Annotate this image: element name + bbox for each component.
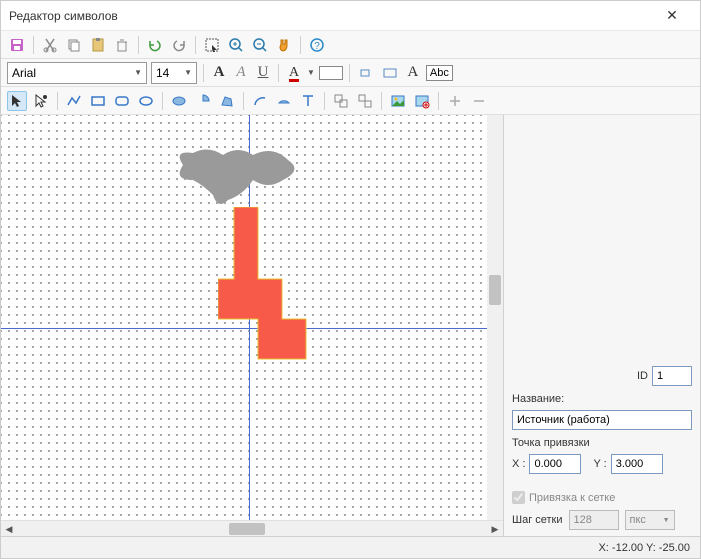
image-link-icon[interactable]: [412, 91, 432, 111]
text-tool[interactable]: [298, 91, 318, 111]
anchor-y-input[interactable]: [611, 454, 663, 474]
arc-tool[interactable]: [250, 91, 270, 111]
edit-points-tool[interactable]: [31, 91, 51, 111]
snap-label: Привязка к сетке: [529, 492, 615, 504]
save-icon[interactable]: [7, 35, 27, 55]
pointer-tool[interactable]: [7, 91, 27, 111]
text-a-button[interactable]: A: [404, 64, 422, 82]
polygon-tool[interactable]: [217, 91, 237, 111]
font-color-button[interactable]: A: [285, 64, 303, 82]
id-input[interactable]: [652, 366, 692, 386]
anchor-label: Точка привязки: [512, 437, 692, 449]
copy-icon[interactable]: [64, 35, 84, 55]
size-value: 14: [156, 66, 169, 80]
snap-checkbox[interactable]: [512, 491, 525, 504]
sector-tool[interactable]: [193, 91, 213, 111]
x-label: X :: [512, 458, 525, 470]
grey-shape[interactable]: [163, 145, 303, 215]
vertical-scrollbar[interactable]: [487, 115, 503, 520]
fill-color-swatch[interactable]: [319, 66, 343, 80]
roundrect-tool[interactable]: [112, 91, 132, 111]
grid-step-input: [569, 510, 619, 530]
italic-button[interactable]: A: [232, 64, 250, 82]
toolbar-file: ?: [1, 31, 700, 59]
status-bar: X: -12.00 Y: -25.00: [1, 536, 700, 558]
pan-icon[interactable]: [274, 35, 294, 55]
scroll-right-icon[interactable]: ▶: [487, 521, 503, 537]
shape-rect-icon[interactable]: [380, 63, 400, 83]
scrollbar-thumb[interactable]: [489, 275, 501, 305]
chevron-down-icon: ▼: [134, 68, 142, 77]
y-label: Y :: [593, 458, 606, 470]
font-size-combo[interactable]: 14 ▼: [151, 62, 197, 84]
snap-checkbox-row: Привязка к сетке: [512, 491, 692, 504]
name-label: Название:: [512, 393, 692, 405]
select-rect-icon[interactable]: [202, 35, 222, 55]
underline-button[interactable]: U: [254, 64, 272, 82]
unit-combo: пкс ▼: [625, 510, 675, 530]
zoom-out-icon[interactable]: [250, 35, 270, 55]
ungroup-icon[interactable]: [355, 91, 375, 111]
chord-tool[interactable]: [274, 91, 294, 111]
toolbar-text: Arial ▼ 14 ▼ A A U A ▼ A Abc: [1, 59, 700, 87]
plus-icon[interactable]: [445, 91, 465, 111]
redo-icon[interactable]: [169, 35, 189, 55]
toolbar-shapes: [1, 87, 700, 115]
cut-icon[interactable]: [40, 35, 60, 55]
chevron-down-icon[interactable]: ▼: [307, 68, 315, 77]
anchor-x-input[interactable]: [529, 454, 581, 474]
group-icon[interactable]: [331, 91, 351, 111]
minus-icon[interactable]: [469, 91, 489, 111]
shape-rect-small-icon[interactable]: [356, 63, 376, 83]
delete-icon[interactable]: [112, 35, 132, 55]
horizontal-scrollbar[interactable]: ◀ ▶: [1, 520, 503, 536]
properties-panel: ID Название: Точка привязки X : Y : Прив…: [504, 115, 700, 536]
scroll-left-icon[interactable]: ◀: [1, 521, 17, 537]
abc-button[interactable]: Abc: [426, 65, 453, 81]
zoom-in-icon[interactable]: [226, 35, 246, 55]
bold-button[interactable]: A: [210, 64, 228, 82]
id-label: ID: [637, 370, 648, 382]
close-icon[interactable]: ✕: [652, 7, 692, 24]
unit-value: пкс: [630, 514, 646, 526]
image-icon[interactable]: [388, 91, 408, 111]
svg-text:?: ?: [314, 41, 320, 52]
font-combo[interactable]: Arial ▼: [7, 62, 147, 84]
help-icon[interactable]: ?: [307, 35, 327, 55]
undo-icon[interactable]: [145, 35, 165, 55]
font-value: Arial: [12, 66, 36, 80]
polyline-tool[interactable]: [64, 91, 84, 111]
paste-icon[interactable]: [88, 35, 108, 55]
canvas[interactable]: [1, 115, 503, 520]
step-label: Шаг сетки: [512, 514, 563, 526]
chevron-down-icon: ▼: [663, 517, 670, 524]
scrollbar-thumb[interactable]: [229, 523, 265, 535]
name-input[interactable]: [512, 410, 692, 430]
ellipse-tool[interactable]: [136, 91, 156, 111]
window-title: Редактор символов: [9, 9, 652, 23]
rect-tool[interactable]: [88, 91, 108, 111]
cursor-coords: X: -12.00 Y: -25.00: [598, 542, 690, 554]
red-shape[interactable]: [218, 207, 318, 367]
filled-ellipse-tool[interactable]: [169, 91, 189, 111]
chevron-down-icon: ▼: [184, 68, 192, 77]
